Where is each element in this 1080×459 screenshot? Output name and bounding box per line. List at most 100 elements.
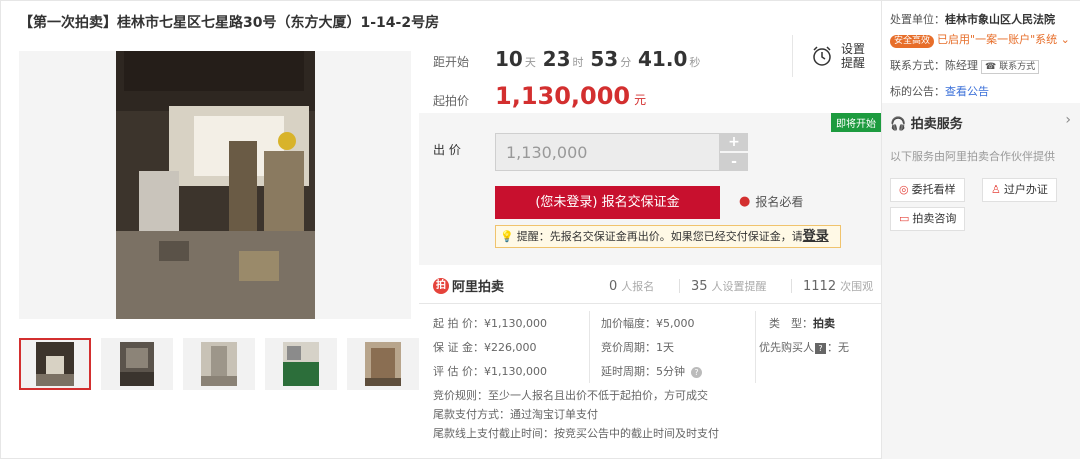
- start-price-unit: 元: [634, 93, 647, 107]
- login-tip: 💡 提醒：先报名交保证金再出价。如果您已经交付保证金，请登录: [495, 225, 841, 248]
- info-icon[interactable]: ?: [815, 343, 826, 354]
- tip-text: 提醒：先报名交保证金再出价。如果您已经交付保证金，请: [516, 230, 803, 243]
- auction-stats: 拍阿里拍卖 0 人报名 35 人设置提醒 1112 次围观: [419, 275, 881, 297]
- detail-deposit: 保 证 金：¥226,000: [433, 339, 537, 355]
- countdown-hours: 23: [542, 47, 571, 71]
- increase-bid-button[interactable]: +: [720, 133, 748, 151]
- seconds-unit: 秒: [689, 56, 701, 69]
- detail-label: 保 证 金：: [433, 341, 484, 354]
- thumbnail-4[interactable]: [265, 338, 337, 390]
- safe-system[interactable]: 安全高效 已启用"一案一账户"系统 ⌄: [890, 31, 1070, 48]
- help-icon[interactable]: ?: [691, 367, 702, 378]
- detail-priority: 优先购买人? ：无: [759, 339, 849, 355]
- countdown-label: 距开始: [433, 55, 470, 69]
- detail-payment: 尾款支付方式：通过淘宝订单支付: [433, 406, 598, 422]
- detail-label: 尾款线上支付截止时间：: [433, 427, 554, 440]
- must-see-link[interactable]: ● 报名必看: [739, 193, 803, 210]
- notice-label: 标的公告：: [890, 85, 945, 98]
- detail-value: ¥226,000: [484, 341, 537, 354]
- safe-badge: 安全高效: [890, 35, 935, 48]
- reminder-count-label: 人设置提醒: [711, 280, 767, 293]
- thumbnail-strip: [19, 338, 419, 390]
- stat-divider: [679, 279, 680, 293]
- detail-value: ¥1,130,000: [484, 365, 547, 378]
- bid-panel: 距开始 10 天 23 时 53 分 41.0 秒 设置提醒 起拍价 1,130,000…: [419, 31, 881, 459]
- detail-label: 优先购买人: [759, 341, 814, 354]
- detail-label: 竞价规则：: [433, 389, 488, 402]
- reminder-number: 35: [691, 279, 708, 294]
- detail-value: ¥1,130,000: [484, 317, 547, 330]
- detail-start-price: 起 拍 价：¥1,130,000: [433, 315, 547, 331]
- service-consult-button[interactable]: ▭ 拍卖咨询: [890, 207, 966, 231]
- column-divider: [755, 311, 756, 383]
- contact-info: 联系方式：陈经理 ☎ 联系方式: [890, 57, 1040, 74]
- service-viewing-button[interactable]: ◎ 委托看样: [890, 178, 965, 202]
- sidebar: 处置单位：桂林市象山区人民法院 安全高效 已启用"一案一账户"系统 ⌄ 联系方式：…: [881, 1, 1080, 459]
- detail-label: 起 拍 价：: [433, 317, 484, 330]
- thumbnail-2[interactable]: [101, 338, 173, 390]
- person-icon: ♙: [991, 183, 1001, 196]
- detail-rule: 竞价规则：至少一人报名且出价不低于起拍价，方可成交: [433, 387, 708, 403]
- detail-label: 加价幅度：: [601, 317, 656, 330]
- ali-auction-logo: 拍阿里拍卖: [433, 276, 504, 295]
- service-title-text: 拍卖服务: [910, 117, 963, 132]
- headset-icon: 🎧: [890, 117, 907, 132]
- service-transfer-button[interactable]: ♙ 过户办证: [982, 178, 1057, 202]
- start-price: 1,130,000 元: [495, 82, 646, 110]
- minutes-unit: 分: [620, 56, 632, 69]
- bid-amount-input[interactable]: 1,130,000: [495, 133, 720, 171]
- sidebar-info: 处置单位：桂林市象山区人民法院 安全高效 已启用"一案一账户"系统 ⌄ 联系方式：…: [882, 1, 1080, 103]
- service-title[interactable]: 🎧 拍卖服务: [890, 113, 963, 132]
- service-label: 过户办证: [1003, 183, 1048, 196]
- auction-services: 🎧 拍卖服务 › 以下服务由阿里拍卖合作伙伴提供 ◎ 委托看样 ♙ 过户办证 ▭ 拍卖…: [882, 103, 1080, 459]
- detail-value: 拍卖: [813, 317, 835, 330]
- thumbnail-3[interactable]: [183, 338, 255, 390]
- brand-name: 阿里拍卖: [452, 280, 505, 295]
- org-name: 桂林市象山区人民法院: [945, 13, 1055, 26]
- decrease-bid-button[interactable]: -: [720, 153, 748, 171]
- lightbulb-icon: 💡: [500, 230, 514, 243]
- safe-text: 已启用"一案一账户"系统: [937, 33, 1058, 46]
- service-label: 委托看样: [911, 183, 956, 196]
- login-link[interactable]: 登录: [803, 229, 829, 244]
- detail-value: 5分钟: [656, 365, 685, 378]
- detail-estimate: 评 估 价：¥1,130,000: [433, 363, 547, 379]
- detail-label: 尾款支付方式：: [433, 408, 510, 421]
- thumbnail-1[interactable]: [19, 338, 91, 390]
- countdown-seconds: 41.0: [638, 47, 688, 71]
- detail-value: 1天: [656, 341, 674, 354]
- auction-page: 【第一次拍卖】桂林市七星区七星路30号（东方大厦）1-14-2号房 距开始 10…: [0, 0, 1080, 459]
- reminder-label: 设置提醒: [841, 42, 866, 70]
- contact-label: 联系方式：: [890, 59, 945, 72]
- signup-deposit-button[interactable]: (您未登录) 报名交保证金: [495, 186, 720, 219]
- detail-type: 类 型：拍卖: [769, 315, 835, 331]
- set-reminder-button[interactable]: 设置提醒: [792, 35, 869, 77]
- contact-button[interactable]: ☎ 联系方式: [981, 60, 1040, 74]
- org-label: 处置单位：: [890, 13, 945, 26]
- detail-value: ¥5,000: [656, 317, 695, 330]
- view-number: 1112: [803, 279, 837, 294]
- countdown-minutes: 53: [590, 47, 619, 71]
- view-notice-link[interactable]: 查看公告: [945, 85, 989, 98]
- service-subtitle: 以下服务由阿里拍卖合作伙伴提供: [890, 150, 1055, 163]
- hours-unit: 时: [572, 56, 584, 69]
- bid-label: 出 价: [433, 143, 461, 157]
- detail-label: 类 型：: [769, 317, 813, 330]
- main-photo[interactable]: [19, 51, 411, 319]
- detail-cycle: 竞价周期：1天: [601, 339, 674, 355]
- detail-increment: 加价幅度：¥5,000: [601, 315, 695, 331]
- phone-icon: ☎: [985, 62, 1000, 72]
- divider: [419, 303, 881, 304]
- signup-number: 0: [609, 279, 618, 294]
- detail-deadline: 尾款线上支付截止时间：按竞买公告中的截止时间及时支付: [433, 425, 719, 441]
- status-badge: 即将开始: [831, 113, 881, 132]
- countdown-days: 10: [495, 47, 523, 71]
- page-title: 【第一次拍卖】桂林市七星区七星路30号（东方大厦）1-14-2号房: [19, 15, 440, 31]
- bid-stepper: + -: [720, 133, 748, 171]
- bid-box: 即将开始 出 价 1,130,000 + - (您未登录) 报名交保证金 ● 报…: [419, 113, 881, 265]
- ali-logo-icon: 拍: [433, 277, 449, 294]
- service-label: 拍卖咨询: [912, 212, 957, 225]
- location-icon: ◎: [899, 183, 909, 196]
- thumbnail-5[interactable]: [347, 338, 419, 390]
- chevron-right-icon[interactable]: ›: [1065, 112, 1071, 128]
